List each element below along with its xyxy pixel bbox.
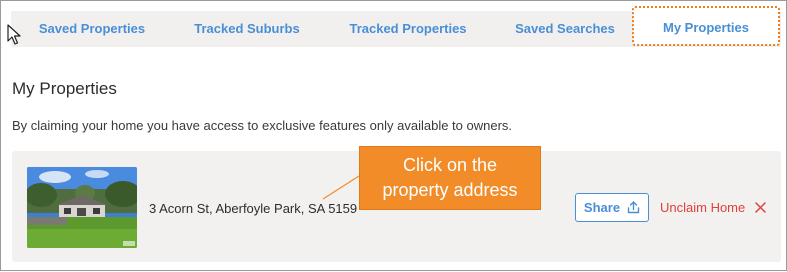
unclaim-home-label: Unclaim Home	[660, 199, 746, 215]
screenshot-frame: Saved Properties Tracked Suburbs Tracked…	[0, 0, 787, 271]
account-tab-bar: Saved Properties Tracked Suburbs Tracked…	[11, 6, 781, 47]
property-address-link[interactable]: 3 Acorn St, Aberfoyle Park, SA 5159	[149, 201, 357, 216]
tab-saved-properties[interactable]: Saved Properties	[17, 11, 167, 47]
instruction-callout: Click on the property address	[359, 146, 541, 210]
share-button-label: Share	[583, 200, 621, 215]
mouse-pointer-icon	[7, 24, 21, 45]
tab-tracked-suburbs[interactable]: Tracked Suburbs	[171, 11, 323, 47]
share-button[interactable]: Share	[575, 193, 649, 222]
close-icon	[755, 201, 766, 213]
callout-line-1: Click on the	[402, 155, 498, 175]
page-title: My Properties	[12, 79, 117, 98]
tab-saved-searches[interactable]: Saved Searches	[493, 11, 637, 47]
share-upload-icon	[627, 201, 640, 214]
tab-my-properties[interactable]: My Properties	[632, 6, 780, 46]
unclaim-home-button[interactable]: Unclaim Home	[660, 195, 766, 219]
property-photo	[27, 167, 137, 248]
callout-line-2: property address	[382, 180, 518, 200]
tab-tracked-properties[interactable]: Tracked Properties	[329, 11, 487, 47]
page-subtitle: By claiming your home you have access to…	[12, 118, 513, 133]
